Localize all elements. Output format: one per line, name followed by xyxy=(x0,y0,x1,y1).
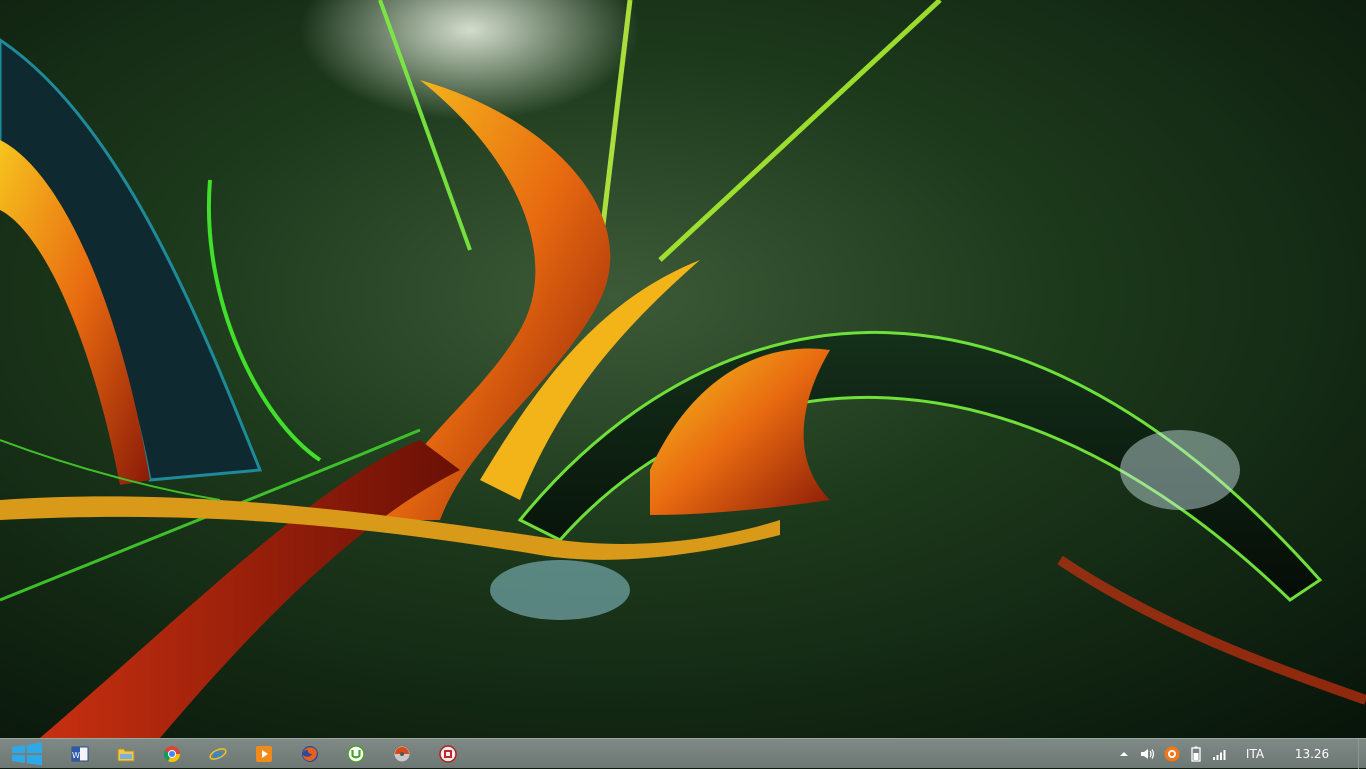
clock[interactable]: 13.26 xyxy=(1290,739,1334,769)
chrome-icon xyxy=(163,746,181,763)
input-language-indicator[interactable]: ITA xyxy=(1240,739,1270,769)
battery-icon xyxy=(1191,746,1201,762)
taskbar-media-player-button[interactable] xyxy=(244,739,284,769)
taskbar-utorrent-button[interactable] xyxy=(336,739,376,769)
svg-text:e: e xyxy=(213,745,223,763)
app-icon xyxy=(439,745,457,763)
desktop-wallpaper[interactable] xyxy=(0,0,1366,738)
show-hidden-icons-button[interactable] xyxy=(1114,739,1134,769)
system-tray xyxy=(1114,739,1230,769)
avast-button[interactable] xyxy=(1162,739,1182,769)
taskbar-firefox-button[interactable] xyxy=(290,739,330,769)
taskbar-vlc-button[interactable] xyxy=(382,739,422,769)
windows-logo-icon xyxy=(12,742,42,766)
start-button[interactable] xyxy=(8,739,46,769)
abstract-wallpaper-graphic xyxy=(0,0,1366,738)
taskbar-app-button[interactable] xyxy=(428,739,468,769)
word-icon: W xyxy=(71,746,89,762)
avast-icon xyxy=(1164,746,1180,762)
battery-button[interactable] xyxy=(1186,739,1206,769)
ie-icon: e xyxy=(209,745,227,763)
network-button[interactable] xyxy=(1210,739,1230,769)
volume-button[interactable] xyxy=(1138,739,1158,769)
speaker-icon xyxy=(1141,749,1155,759)
taskbar-chrome-button[interactable] xyxy=(152,739,192,769)
media-player-icon xyxy=(256,746,272,762)
disc-icon xyxy=(393,745,411,763)
taskbar-internet-explorer-button[interactable]: e xyxy=(198,739,238,769)
folder-icon xyxy=(117,748,135,762)
taskbar: W e ITA 13.26 xyxy=(0,738,1366,769)
taskbar-word-button[interactable]: W xyxy=(60,739,100,769)
chevron-up-icon xyxy=(1120,752,1128,756)
svg-text:W: W xyxy=(72,751,80,760)
signal-icon xyxy=(1213,750,1226,760)
taskbar-file-explorer-button[interactable] xyxy=(106,739,146,769)
show-desktop-button[interactable] xyxy=(1358,739,1366,769)
firefox-icon xyxy=(302,746,318,762)
utorrent-icon xyxy=(347,745,365,763)
